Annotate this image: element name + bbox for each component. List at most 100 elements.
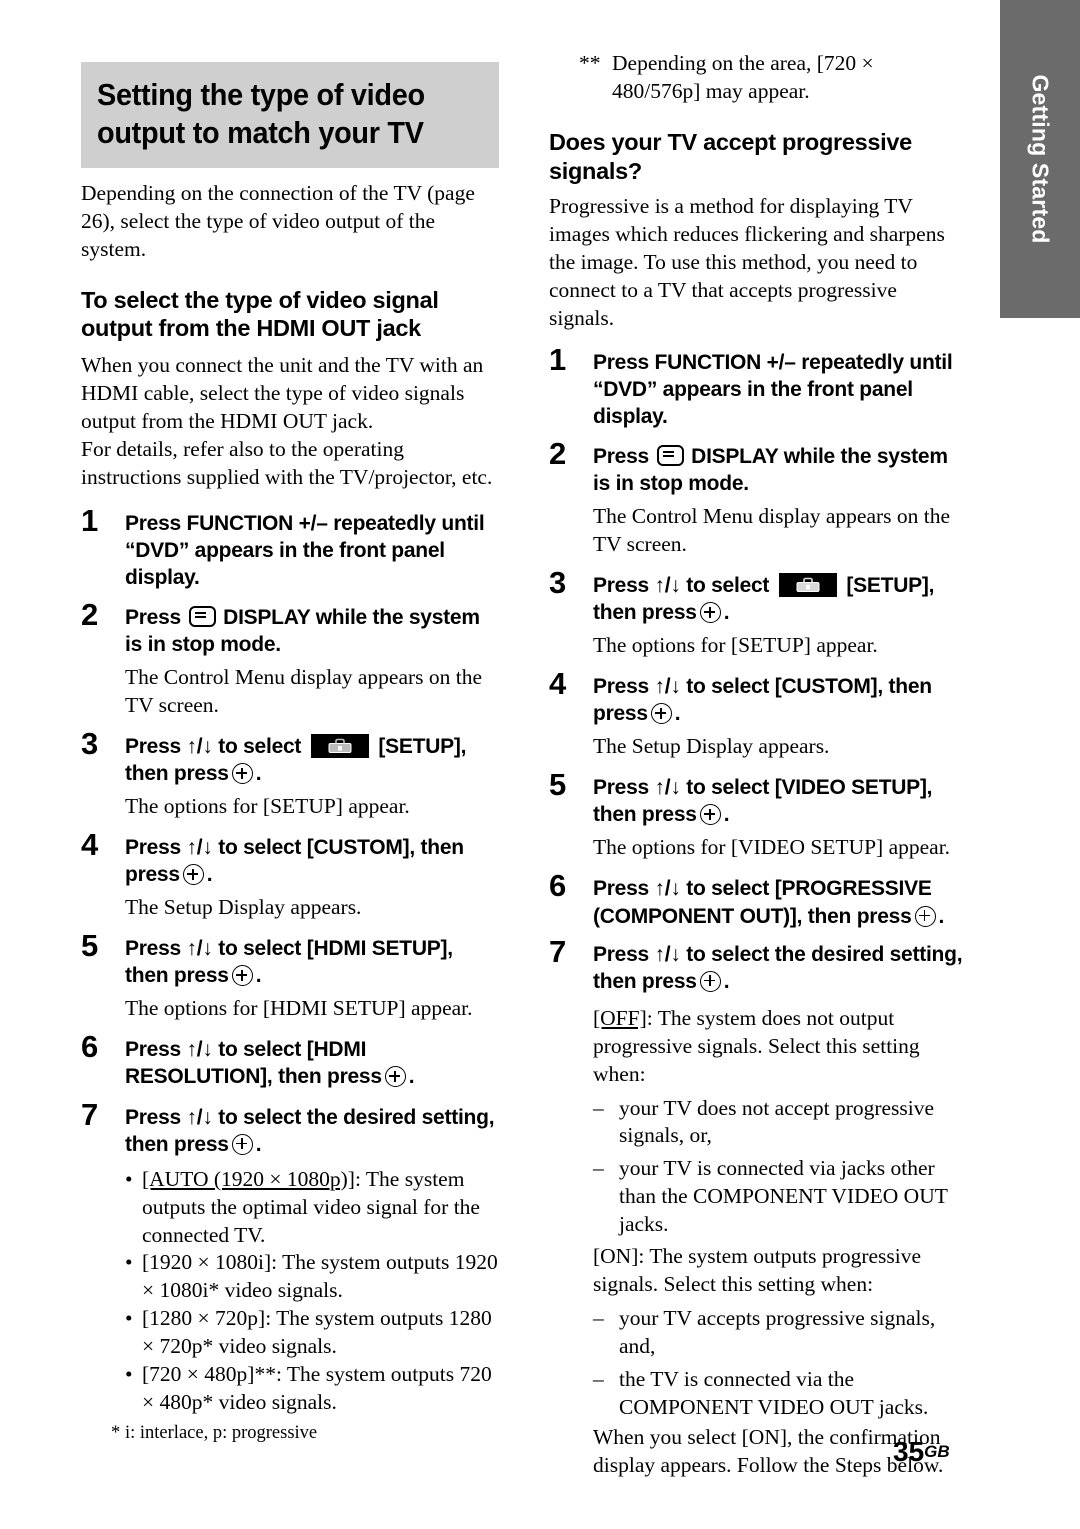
step-3-result: The options for [SETUP] appear.: [593, 633, 878, 658]
setup-toolbox-icon: [310, 734, 369, 759]
display-icon: [188, 606, 216, 628]
step-text-part: Press: [125, 606, 181, 630]
step-text: Press ↑/↓ to select the desired setting,…: [125, 1106, 495, 1156]
list-item: [720 × 480p]**: The system outputs 720 ×…: [125, 1361, 499, 1417]
footnote-interlace: * i: interlace, p: progressive: [81, 1421, 499, 1445]
step-number: 5: [549, 767, 567, 803]
option-label: [1280 × 720p]: [142, 1306, 266, 1331]
step-text: Press ↑/↓ to select the desired setting,…: [593, 942, 963, 993]
enter-button-icon: [914, 905, 936, 927]
step-1: 1 Press FUNCTION +/– repeatedly until “D…: [549, 344, 967, 430]
setting-off-description: [OFF]: The system does not output progre…: [549, 1005, 967, 1089]
step-4-result: The Setup Display appears.: [593, 734, 830, 759]
step-text-part: Press ↑/↓ to select [CUSTOM], then press: [593, 675, 932, 726]
footnote-text: i: interlace, p: progressive: [125, 1423, 318, 1444]
step-text: Press FUNCTION +/– repeatedly until “DVD…: [593, 350, 953, 429]
list-item: [1280 × 720p]: The system outputs 1280 ×…: [125, 1305, 499, 1361]
step-4-result: The Setup Display appears.: [125, 895, 362, 920]
step-text: Press ↑/↓ to select [SETUP], then press.: [593, 573, 935, 625]
option-label: [1920 × 1080i]: [142, 1250, 272, 1275]
step-number: 2: [81, 597, 99, 633]
step-7: 7 Press ↑/↓ to select the desired settin…: [549, 936, 967, 995]
step-text: Press ↑/↓ to select [CUSTOM], then press…: [593, 675, 932, 725]
progressive-body: Progressive is a method for displaying T…: [549, 194, 945, 330]
enter-button-icon: [231, 1133, 253, 1155]
step-text: Press ↑/↓ to select [SETUP], then press.: [125, 734, 466, 786]
step-text-part: .: [206, 863, 213, 887]
step-4: 4 Press ↑/↓ to select [CUSTOM], then pre…: [81, 829, 499, 888]
setting-on-conditions: your TV accepts progressive signals, and…: [549, 1305, 967, 1422]
step-text-part: then press: [125, 762, 229, 786]
step-text-part: Press ↑/↓ to select the desired setting,…: [593, 942, 963, 993]
step-text-part: Press ↑/↓ to select [VIDEO SETUP], then …: [593, 776, 933, 827]
step-number: 1: [81, 502, 99, 538]
section-tab-label: Getting Started: [1027, 74, 1054, 244]
section-tab-getting-started: Getting Started: [1000, 0, 1080, 318]
right-column: ** Depending on the area, [720 × 480/576p…: [549, 50, 967, 1480]
step-number: 4: [81, 827, 99, 863]
step-6: 6 Press ↑/↓ to select [PROGRESSIVE (COMP…: [549, 870, 967, 929]
step-text: Press DISPLAY while the system is in sto…: [593, 445, 948, 495]
page-number: 35GB: [893, 1436, 950, 1468]
step-text-part: .: [723, 969, 730, 993]
step-7: 7 Press ↑/↓ to select the desired settin…: [81, 1099, 499, 1158]
page-title: Setting the type of video output to matc…: [97, 76, 456, 152]
page-number-value: 35: [893, 1436, 925, 1467]
note-text: Depending on the area, [720 × 480/576p] …: [612, 51, 874, 103]
step-number: 7: [81, 1096, 99, 1132]
step-number: 4: [549, 666, 567, 702]
subheading-progressive: Does your TV accept progressive signals?: [549, 128, 912, 184]
step-text-part: [SETUP],: [846, 574, 935, 598]
step-text: Press ↑/↓ to select [CUSTOM], then press…: [125, 836, 464, 886]
enter-button-icon: [231, 763, 253, 785]
step-text-part: Press ↑/↓ to select [PROGRESSIVE (COMPON…: [593, 877, 932, 928]
step-text-part: .: [723, 803, 730, 827]
step-number: 6: [549, 868, 567, 904]
enter-button-icon: [384, 1066, 406, 1088]
step-text-part: .: [938, 904, 945, 928]
step-text-part: Press ↑/↓ to select: [593, 574, 770, 598]
step-text: Press ↑/↓ to select [VIDEO SETUP], then …: [593, 776, 933, 827]
step-text-part: .: [255, 762, 262, 786]
manual-page: Getting Started Setting the type of vide…: [0, 0, 1080, 1529]
step-3: 3 Press ↑/↓ to select [SETUP], then pres…: [81, 728, 499, 787]
option-label: [720 × 480p]**: [142, 1362, 276, 1387]
step-text-part: Press ↑/↓ to select [HDMI SETUP], then p…: [125, 937, 453, 988]
step-number: 2: [549, 436, 567, 472]
enter-button-icon: [231, 965, 253, 987]
setting-on-description: [ON]: The system outputs progressive sig…: [549, 1243, 967, 1299]
step-5: 5 Press ↑/↓ to select [VIDEO SETUP], the…: [549, 769, 967, 828]
step-2: 2 Press DISPLAY while the system is in s…: [549, 438, 967, 497]
step-number: 1: [549, 341, 567, 377]
enter-button-icon: [699, 970, 721, 992]
step-text: Press ↑/↓ to select [HDMI RESOLUTION], t…: [125, 1038, 415, 1088]
step-text-part: .: [255, 1132, 262, 1156]
hdmi-body-2: For details, refer also to the operating…: [81, 436, 493, 489]
list-item: [1920 × 1080i]: The system outputs 1920 …: [125, 1249, 499, 1305]
step-text-part: then press: [593, 601, 697, 625]
step-2: 2 Press DISPLAY while the system is in s…: [81, 599, 499, 658]
display-icon: [656, 445, 684, 467]
step-number: 3: [81, 726, 99, 762]
step-number: 6: [81, 1029, 99, 1065]
step-text-part: .: [723, 601, 730, 625]
step-3-result: The options for [SETUP] appear.: [125, 794, 410, 819]
step-text: Press DISPLAY while the system is in sto…: [125, 606, 480, 656]
intro-paragraph: Depending on the connection of the TV (p…: [81, 181, 475, 261]
step-text: Press FUNCTION +/– repeatedly until “DVD…: [125, 511, 485, 589]
step-text-part: Press: [593, 445, 649, 469]
enter-button-icon: [650, 703, 672, 725]
step-4: 4 Press ↑/↓ to select [CUSTOM], then pre…: [549, 668, 967, 727]
step-2-result: The Control Menu display appears on the …: [593, 504, 951, 557]
page-title-line1: Setting the type of video: [97, 77, 425, 112]
footnote-mark: *: [111, 1423, 121, 1444]
page-title-box: Setting the type of video output to matc…: [81, 62, 499, 168]
list-item: your TV accepts progressive signals, and…: [593, 1305, 967, 1361]
option-label: [AUTO (1920 × 1080p)]: [142, 1166, 355, 1191]
page-title-line2: output to match your TV: [97, 114, 424, 150]
setup-toolbox-icon: [778, 573, 837, 598]
subheading-hdmi: To select the type of video signal outpu…: [81, 286, 439, 342]
left-column: Depending on the connection of the TV (p…: [81, 180, 499, 1445]
step-number: 7: [549, 933, 567, 969]
step-number: 3: [549, 565, 567, 601]
